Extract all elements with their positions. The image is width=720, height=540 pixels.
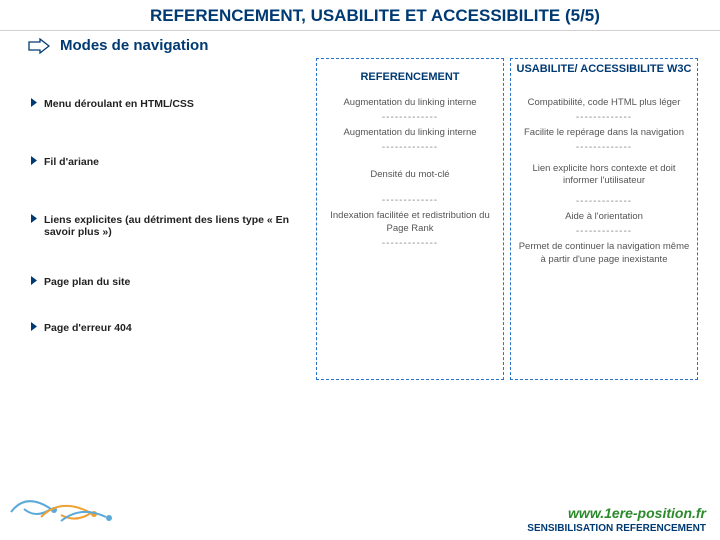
footer-link[interactable]: www.1ere-position.fr <box>527 505 706 521</box>
ref-cell: Densité du mot-clé <box>317 157 503 194</box>
separator: ------------- <box>317 236 503 253</box>
ref-header: REFERENCEMENT <box>317 59 503 97</box>
swirl-icon <box>6 487 116 532</box>
ref-column: REFERENCEMENT Augmentation du linking in… <box>316 58 504 380</box>
bullet-icon <box>30 156 38 168</box>
list-item-label: Menu déroulant en HTML/CSS <box>44 98 194 110</box>
separator: ------------- <box>511 140 697 157</box>
ref-cell: Augmentation du linking interne <box>317 97 503 110</box>
usab-cell: Lien explicite hors contexte et doit inf… <box>511 157 697 195</box>
separator: ------------- <box>317 140 503 157</box>
content-grid: Menu déroulant en HTML/CSS Fil d'ariane … <box>0 56 720 380</box>
list-item-label: Liens explicites (au détriment des liens… <box>44 214 310 238</box>
list-item: Page plan du site <box>30 276 310 288</box>
bullet-icon <box>30 322 38 334</box>
list-item: Page d'erreur 404 <box>30 322 310 334</box>
separator: ------------- <box>511 194 697 211</box>
ref-cell: Augmentation du linking interne <box>317 127 503 140</box>
ref-cell: Indexation facilitée et redistribution d… <box>317 210 503 236</box>
left-column: Menu déroulant en HTML/CSS Fil d'ariane … <box>30 58 310 380</box>
subtitle-row: Modes de navigation <box>0 31 720 56</box>
separator: ------------- <box>511 224 697 241</box>
usab-cell: Aide à l'orientation <box>511 211 697 224</box>
list-item-label: Page plan du site <box>44 276 130 288</box>
usab-cell: Compatibilité, code HTML plus léger <box>511 97 697 110</box>
list-item-label: Page d'erreur 404 <box>44 322 132 334</box>
arrow-icon <box>28 38 50 54</box>
usab-cell: Permet de continuer la navigation même à… <box>511 241 697 267</box>
bullet-icon <box>30 214 38 226</box>
separator: ------------- <box>317 193 503 210</box>
subtitle-text: Modes de navigation <box>60 37 208 54</box>
footer: www.1ere-position.fr SENSIBILISATION REF… <box>527 505 706 534</box>
separator: ------------- <box>511 110 697 127</box>
bullet-icon <box>30 276 38 288</box>
usab-column: USABILITE/ ACCESSIBILITE W3C Compatibili… <box>510 58 698 380</box>
list-item: Fil d'ariane <box>30 156 310 168</box>
separator: ------------- <box>317 110 503 127</box>
list-item: Menu déroulant en HTML/CSS <box>30 98 310 110</box>
list-item: Liens explicites (au détriment des liens… <box>30 214 310 238</box>
usab-header: USABILITE/ ACCESSIBILITE W3C <box>511 59 697 97</box>
usab-cell: Facilite le repérage dans la navigation <box>511 127 697 140</box>
page-title: REFERENCEMENT, USABILITE ET ACCESSIBILIT… <box>0 0 720 31</box>
bullet-icon <box>30 98 38 110</box>
list-item-label: Fil d'ariane <box>44 156 99 168</box>
footer-subtitle: SENSIBILISATION REFERENCEMENT <box>527 523 706 534</box>
